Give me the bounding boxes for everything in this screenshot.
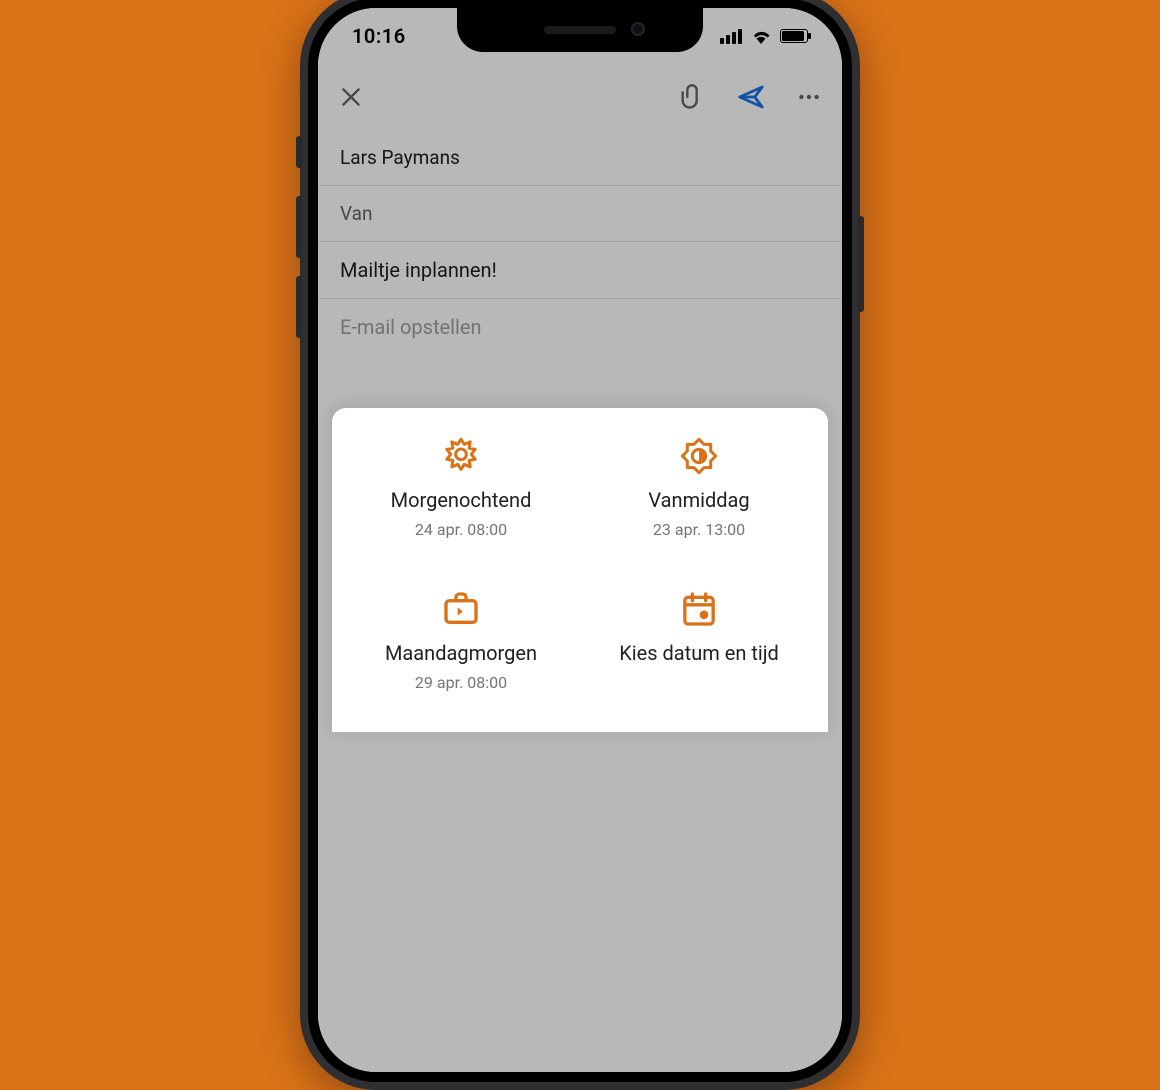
- notch: [457, 8, 703, 52]
- option-title: Kies datum en tijd: [619, 641, 779, 665]
- screen: 10:16: [318, 8, 842, 1072]
- front-camera: [631, 22, 645, 36]
- option-subtitle: 23 apr. 13:00: [653, 520, 745, 539]
- wifi-icon: [750, 28, 772, 44]
- option-title: Maandagmorgen: [385, 641, 537, 665]
- schedule-option-tomorrow-morning[interactable]: Morgenochtend 24 apr. 08:00: [342, 436, 580, 539]
- volume-down: [296, 276, 302, 338]
- half-sun-icon: [679, 436, 719, 480]
- schedule-option-pick-datetime[interactable]: Kies datum en tijd: [580, 589, 818, 692]
- option-title: Morgenochtend: [391, 488, 532, 512]
- speaker: [544, 26, 616, 34]
- status-time: 10:16: [352, 24, 406, 48]
- compose-screen: Lars Paymans Van Mailtje inplannen! E-ma…: [318, 8, 842, 1072]
- mute-switch: [296, 136, 302, 168]
- phone-bezel: 10:16: [308, 0, 852, 1082]
- power-button: [858, 216, 864, 312]
- phone-frame: 10:16: [300, 0, 860, 1090]
- option-subtitle: 24 apr. 08:00: [415, 520, 507, 539]
- schedule-send-sheet: Morgenochtend 24 apr. 08:00 Vanmiddag: [332, 408, 828, 732]
- signal-icon: [720, 29, 742, 44]
- volume-up: [296, 196, 302, 258]
- option-title: Vanmiddag: [648, 488, 749, 512]
- schedule-option-this-afternoon[interactable]: Vanmiddag 23 apr. 13:00: [580, 436, 818, 539]
- schedule-option-monday-morning[interactable]: Maandagmorgen 29 apr. 08:00: [342, 589, 580, 692]
- option-subtitle: 29 apr. 08:00: [415, 673, 507, 692]
- battery-icon: [780, 29, 808, 43]
- sun-icon: [441, 436, 481, 480]
- calendar-icon: [679, 589, 719, 633]
- status-indicators: [720, 28, 808, 44]
- briefcase-icon: [441, 589, 481, 633]
